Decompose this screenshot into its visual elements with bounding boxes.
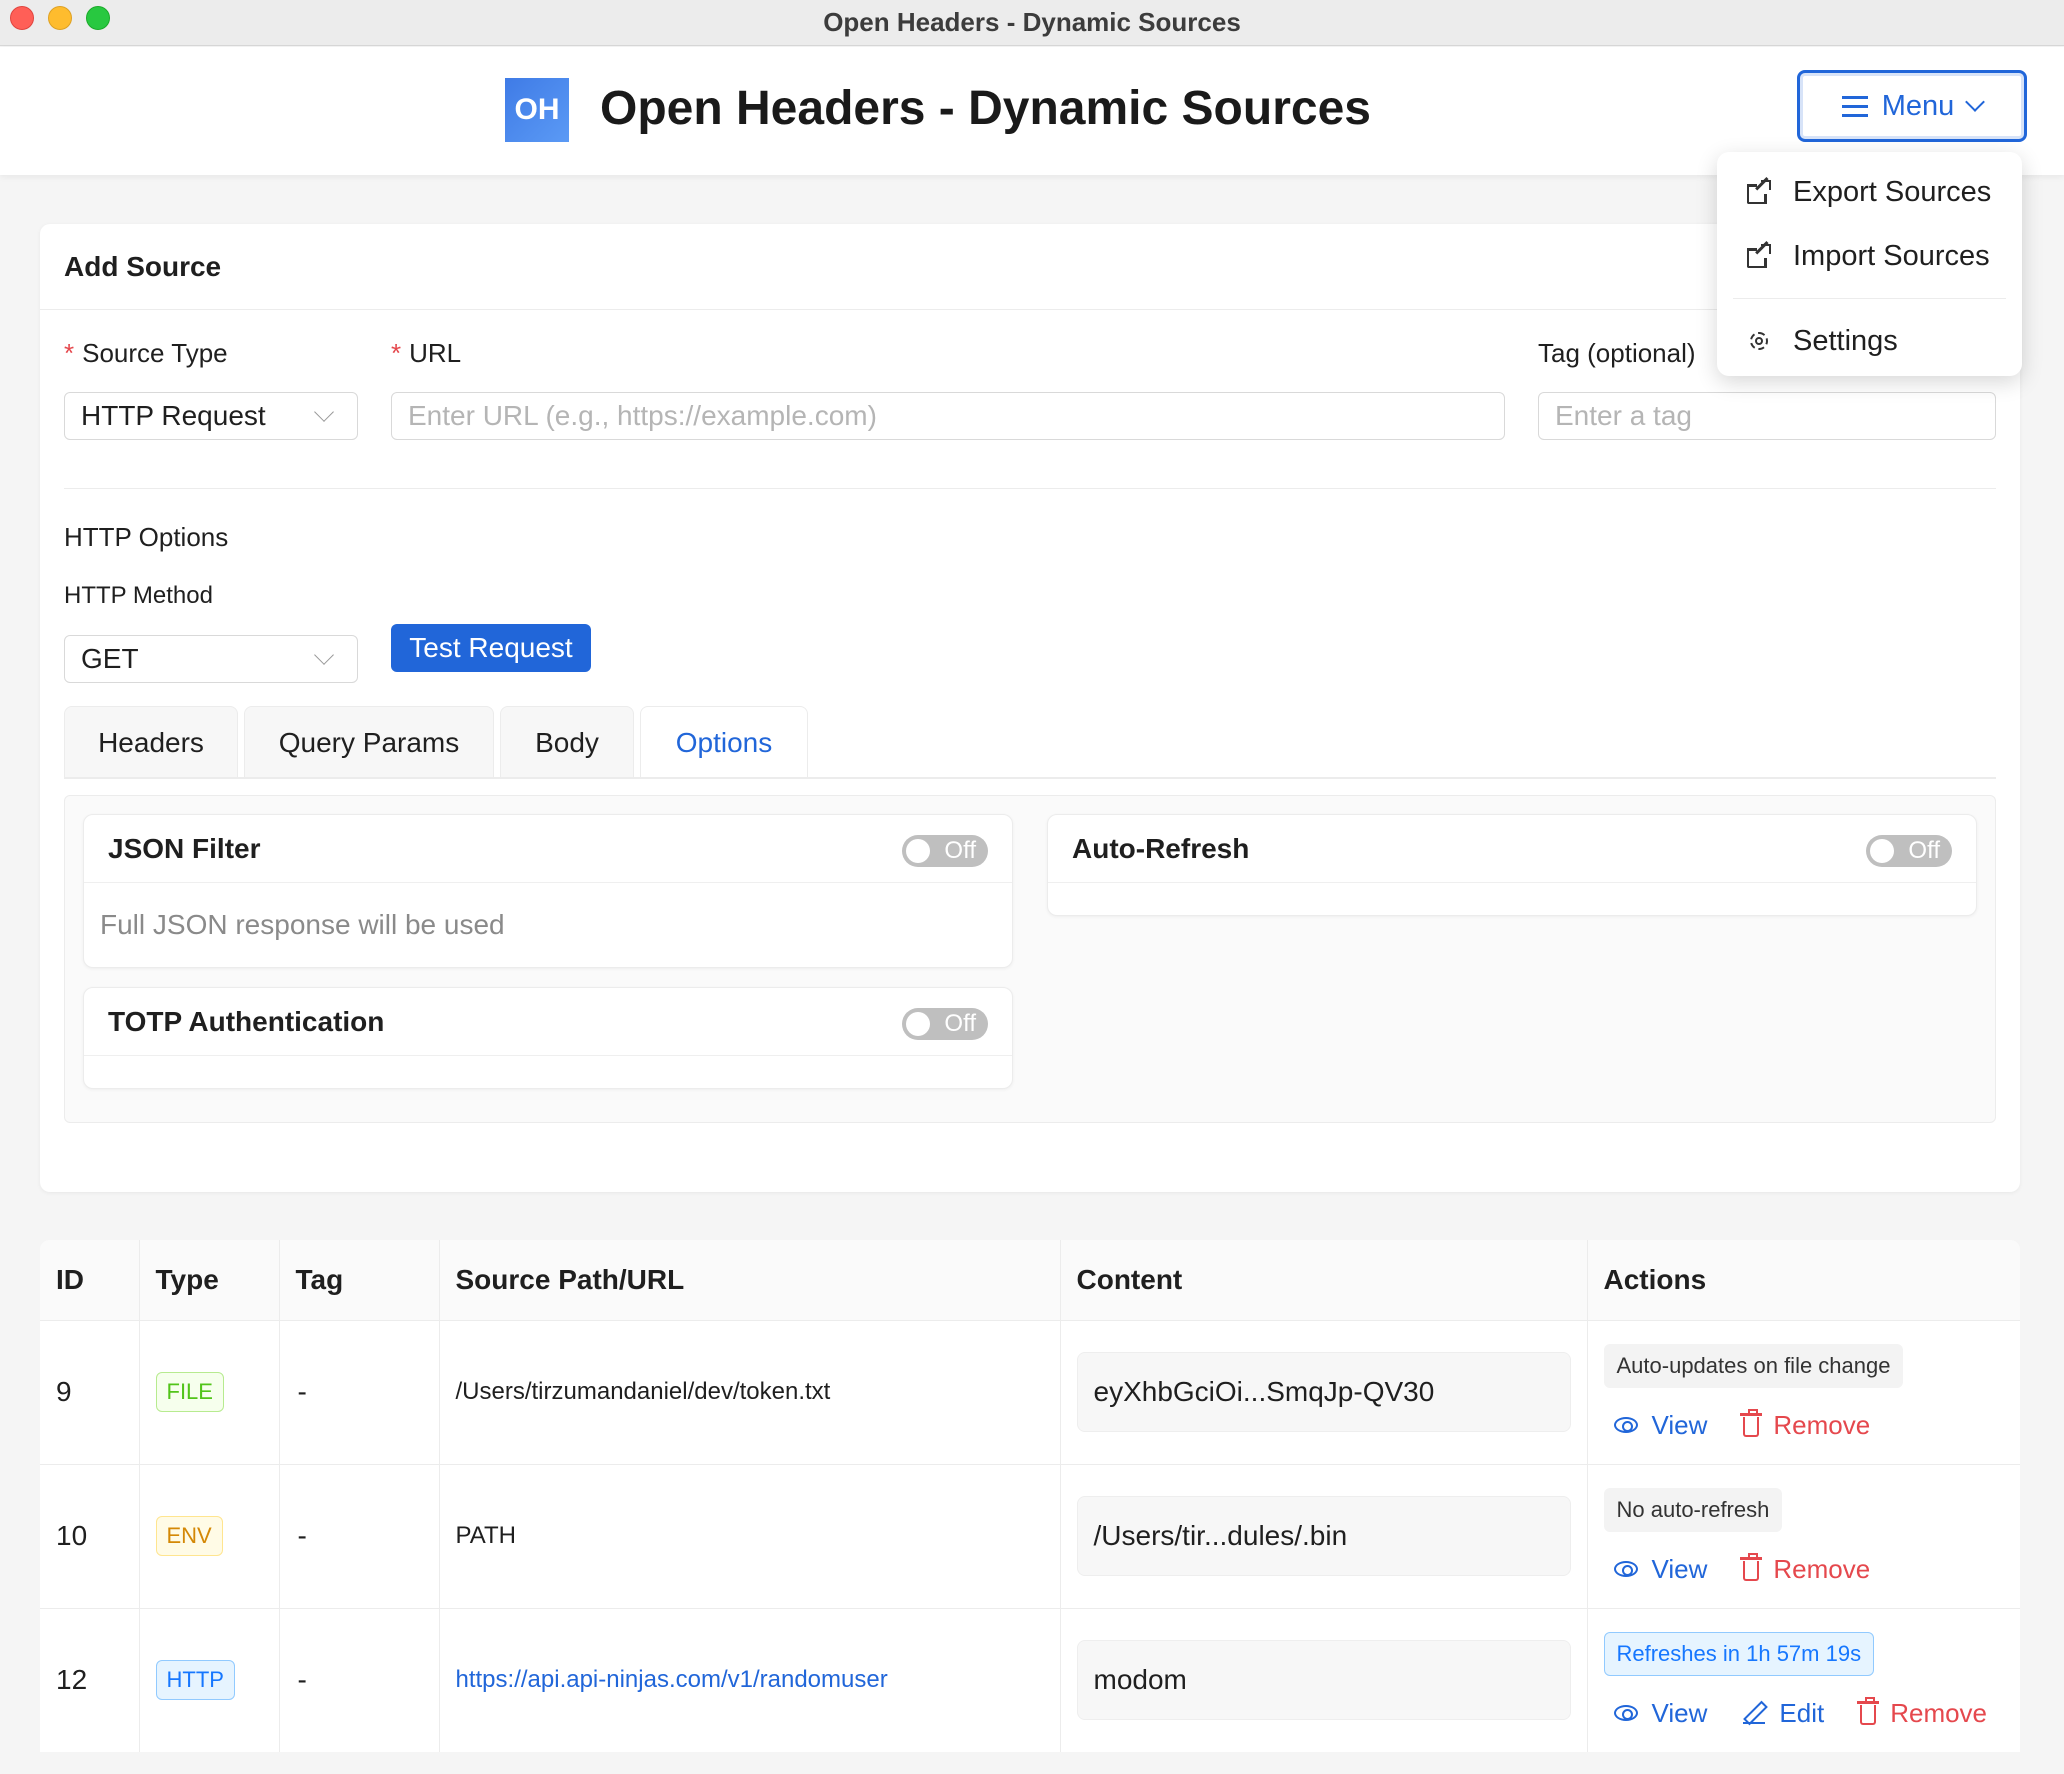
view-button[interactable]: View [1613,1410,1707,1441]
status-badge: No auto-refresh [1603,1487,1783,1532]
chevron-down-icon [1965,92,1986,112]
menu-item-label: Import Sources [1793,239,1990,272]
tab-query-params[interactable]: Query Params [244,706,494,778]
row-source-path: /Users/tirzumandaniel/dev/token.txt [439,1320,1061,1465]
table-header-row: ID Type Tag Source Path/URL Content Acti… [40,1240,2020,1321]
trash-icon [1857,1697,1880,1725]
tag-label: Tag (optional) [1538,338,1696,368]
row-tag: - [279,1464,440,1609]
table-row: 9 FILE - /Users/tirzumandaniel/dev/token… [40,1320,2020,1465]
view-button[interactable]: View [1613,1554,1707,1585]
json-filter-card: JSON Filter Off Full JSON response will … [83,814,1013,968]
menu-dropdown: Export Sources Import Sources Settings [1717,152,2022,376]
column-header-id[interactable]: ID [40,1240,140,1321]
edit-button[interactable]: Edit [1743,1698,1824,1729]
totp-toggle[interactable]: Off [902,1008,988,1040]
tab-options[interactable]: Options [640,706,808,778]
app-logo: OH [505,78,569,142]
type-badge: ENV [155,1516,223,1556]
table-row: 10 ENV - PATH /Users/tir...dules/.bin No… [40,1464,2020,1609]
row-content: /Users/tir...dules/.bin [1076,1496,1571,1576]
auto-refresh-card: Auto-Refresh Off [1047,814,1977,916]
export-icon [1747,177,1771,204]
status-badge: Auto-updates on file change [1603,1343,1904,1388]
auto-refresh-toggle[interactable]: Off [1866,835,1952,867]
source-type-select[interactable]: HTTP Request [64,392,358,440]
section-divider [64,488,1996,489]
http-options-tabs: Headers Query Params Body Options [64,706,808,778]
zoom-window-button[interactable] [86,6,110,30]
tab-headers[interactable]: Headers [64,706,238,778]
minimize-window-button[interactable] [48,6,72,30]
remove-button[interactable]: Remove [1857,1697,1987,1729]
menu-item-import-sources[interactable]: Import Sources [1717,224,2022,288]
remove-button[interactable]: Remove [1740,1409,1870,1441]
trash-icon [1740,1553,1763,1581]
tabs-underline [64,777,1996,779]
table-row: 12 HTTP - https://api.api-ninjas.com/v1/… [40,1608,2020,1752]
close-window-button[interactable] [10,6,34,30]
http-method-label: HTTP Method [64,582,213,609]
menu-button[interactable]: Menu [1797,70,2027,142]
row-id: 10 [40,1464,140,1609]
remove-button[interactable]: Remove [1740,1553,1870,1585]
view-button[interactable]: View [1613,1698,1707,1729]
gear-icon [1747,329,1771,353]
row-id: 12 [40,1608,140,1752]
import-icon [1747,241,1771,268]
http-method-select[interactable]: GET [64,635,358,683]
status-badge: Refreshes in 1h 57m 19s [1603,1631,1875,1676]
menu-item-settings[interactable]: Settings [1717,309,2022,373]
window-titlebar: Open Headers - Dynamic Sources [0,0,2064,46]
url-input[interactable] [391,392,1505,440]
eye-icon [1613,1705,1638,1721]
window-title: Open Headers - Dynamic Sources [823,7,1241,37]
column-header-source[interactable]: Source Path/URL [439,1240,1061,1321]
type-badge: HTTP [155,1660,235,1700]
json-filter-note: Full JSON response will be used [100,909,505,940]
source-type-label: * Source Type [64,338,228,368]
menu-button-label: Menu [1881,89,1955,122]
row-content: modom [1076,1640,1571,1720]
row-tag: - [279,1608,440,1752]
http-options-label: HTTP Options [64,522,229,552]
menu-item-label: Settings [1793,324,1898,357]
edit-icon [1743,1702,1766,1724]
url-label: * URL [391,338,462,368]
column-header-type[interactable]: Type [139,1240,280,1321]
page-title: Open Headers - Dynamic Sources [600,82,1371,135]
column-header-actions: Actions [1587,1240,2020,1321]
menu-item-label: Export Sources [1793,175,1992,208]
window-controls [10,6,110,30]
row-id: 9 [40,1320,140,1465]
eye-icon [1613,1417,1638,1433]
tab-body[interactable]: Body [500,706,634,778]
row-tag: - [279,1320,440,1465]
add-source-title: Add Source [64,250,222,282]
trash-icon [1740,1409,1763,1437]
totp-title: TOTP Authentication [108,1005,385,1037]
tag-input[interactable] [1538,392,1996,440]
options-panel: JSON Filter Off Full JSON response will … [64,795,1996,1123]
type-badge: FILE [155,1372,224,1412]
eye-icon [1613,1561,1638,1577]
source-url-link[interactable]: https://api.api-ninjas.com/v1/randomuser [456,1666,888,1693]
json-filter-title: JSON Filter [108,832,261,864]
row-content: eyXhbGciOi...SmqJp-QV30 [1076,1352,1571,1432]
hamburger-icon [1841,96,1868,117]
totp-card: TOTP Authentication Off [83,987,1013,1089]
auto-refresh-title: Auto-Refresh [1072,832,1250,864]
sources-table: ID Type Tag Source Path/URL Content Acti… [40,1240,2020,1752]
json-filter-toggle[interactable]: Off [902,835,988,867]
menu-item-export-sources[interactable]: Export Sources [1717,160,2022,224]
row-source-path: PATH [439,1464,1061,1609]
column-header-tag[interactable]: Tag [279,1240,440,1321]
test-request-button[interactable]: Test Request [391,624,591,672]
menu-divider [1733,298,2006,299]
column-header-content[interactable]: Content [1060,1240,1588,1321]
